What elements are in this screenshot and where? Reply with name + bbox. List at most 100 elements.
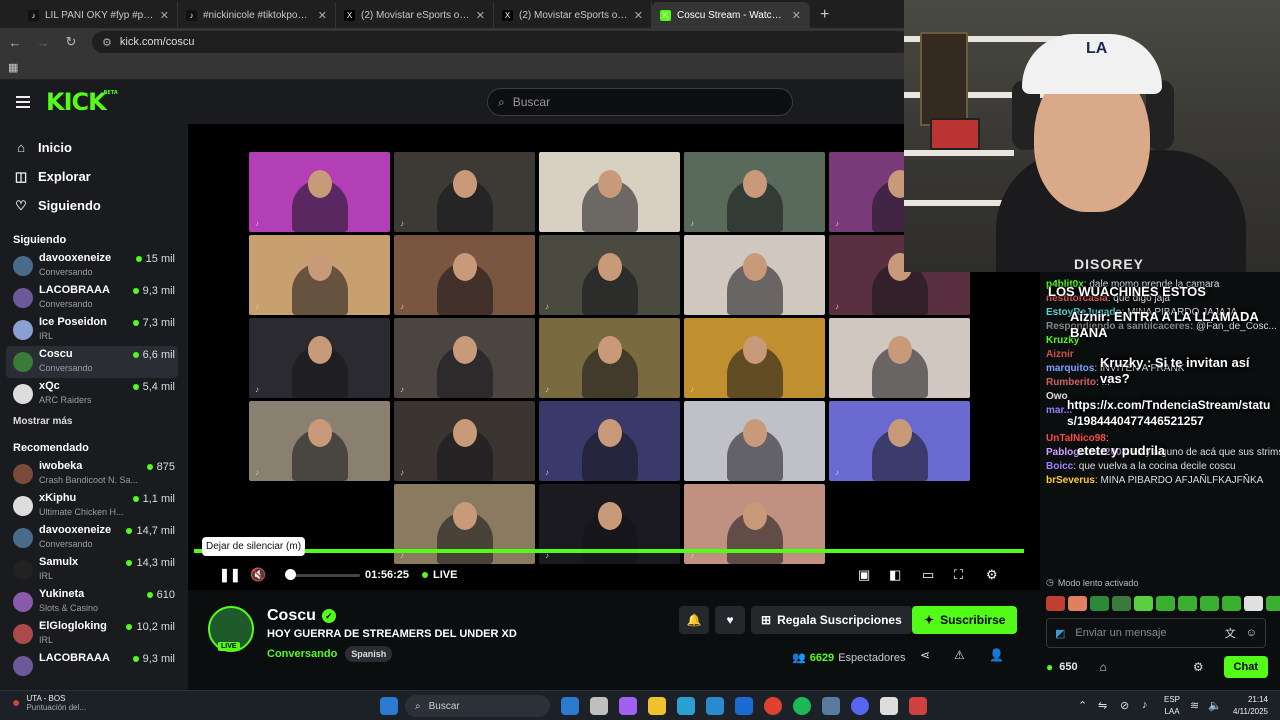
- sidebar-channel[interactable]: LACOBRAAA 9,3 mil: [0, 650, 188, 682]
- close-tab-icon[interactable]: ✕: [160, 9, 169, 22]
- chrome-icon[interactable]: [764, 697, 782, 715]
- kick-emote-icon[interactable]: ◩: [1055, 627, 1065, 640]
- chat-username[interactable]: Rumberito: [1046, 377, 1096, 388]
- taskbar-widget[interactable]: ● UTA - BOS Puntuación del...: [12, 694, 86, 712]
- chat-send-button[interactable]: Chat: [1223, 656, 1268, 678]
- sidebar-channel[interactable]: Yukineta Slots & Casino 610: [0, 586, 188, 618]
- site-info-icon[interactable]: ⚙: [102, 36, 112, 49]
- taskbar-search[interactable]: ⌕ Buscar: [405, 695, 550, 717]
- file-explorer-icon[interactable]: [590, 697, 608, 715]
- outlook-icon[interactable]: [735, 697, 753, 715]
- volume-icon[interactable]: 🔈: [1208, 699, 1222, 712]
- language-tag[interactable]: Spanish: [345, 646, 393, 662]
- emote-icon[interactable]: [1112, 596, 1131, 611]
- fullscreen-icon[interactable]: ⛶: [954, 565, 963, 585]
- emote-icon[interactable]: [1046, 596, 1065, 611]
- address-bar[interactable]: ⚙ kick.com/coscu: [92, 31, 912, 53]
- sidebar-channel[interactable]: davooxeneize Conversando 14,7 mil: [0, 522, 188, 554]
- chat-message[interactable]: brSeverus: MINA PIBARDO AFJAÑLFKAJFÑKA: [1040, 474, 1280, 488]
- chat-username[interactable]: brSeverus: [1046, 475, 1095, 486]
- browser-tab[interactable]: ♪ #nickinicole #tiktokponme ✕: [178, 2, 336, 28]
- microphone-icon[interactable]: ♪: [1142, 699, 1148, 711]
- wifi-off-icon[interactable]: ⊘: [1120, 699, 1129, 712]
- browser-tab[interactable]: X (2) Movistar eSports on X: " ✕: [494, 2, 652, 28]
- video-progress-bar[interactable]: [194, 549, 1024, 553]
- clip-icon[interactable]: ▣: [858, 565, 870, 585]
- new-tab-icon[interactable]: +: [810, 2, 839, 28]
- emoji-icon[interactable]: ☺: [1246, 627, 1257, 639]
- user-add-icon[interactable]: 👤: [989, 648, 1004, 662]
- emote-icon[interactable]: [1222, 596, 1241, 611]
- sidebar-channel[interactable]: Samulx IRL 14,3 mil: [0, 554, 188, 586]
- emote-icon[interactable]: [1134, 596, 1153, 611]
- forward-icon[interactable]: →: [36, 35, 50, 50]
- volume-slider[interactable]: [290, 574, 360, 577]
- gift-subs-button[interactable]: ⊞ Regala Suscripciones: [751, 606, 912, 634]
- edge-icon[interactable]: [677, 697, 695, 715]
- chat-username[interactable]: marquitos: [1046, 363, 1094, 374]
- browser-tab[interactable]: X (2) Movistar eSports on X: " ✕: [336, 2, 494, 28]
- volume-knob[interactable]: [285, 569, 296, 580]
- reload-icon[interactable]: ↻: [64, 34, 78, 50]
- language-indicator[interactable]: ESP LAA: [1164, 694, 1180, 718]
- back-icon[interactable]: ←: [8, 35, 22, 50]
- netflix-icon[interactable]: [909, 697, 927, 715]
- search-input[interactable]: ⌕ Buscar: [487, 88, 793, 116]
- emote-icon[interactable]: [1090, 596, 1109, 611]
- sidebar-nav-inicio[interactable]: ⌂ Inicio: [0, 133, 188, 162]
- discord-icon[interactable]: [851, 697, 869, 715]
- notification-bell-icon[interactable]: 🔔: [679, 606, 709, 634]
- sidebar-nav-explorar[interactable]: ◫ Explorar: [0, 162, 188, 191]
- emote-icon[interactable]: [1244, 596, 1263, 611]
- sidebar-channel[interactable]: Ice Poseidon IRL 7,3 mil: [0, 314, 188, 346]
- chat-message[interactable]: Boicc: que vuelva a la cocina decile cos…: [1040, 460, 1280, 474]
- steam-icon[interactable]: [822, 697, 840, 715]
- obs-icon[interactable]: [880, 697, 898, 715]
- chat-message-input[interactable]: ◩ Enviar un mensaje 文 ☺: [1046, 618, 1266, 648]
- emote-icon[interactable]: [1200, 596, 1219, 611]
- gift-box-icon[interactable]: ⌂: [1100, 660, 1107, 674]
- close-tab-icon[interactable]: ✕: [792, 9, 801, 22]
- chat-settings-icon[interactable]: ⚙: [1193, 660, 1204, 674]
- close-tab-icon[interactable]: ✕: [318, 9, 327, 22]
- sidebar-channel[interactable]: ElGlogloking IRL 10,2 mil: [0, 618, 188, 650]
- report-icon[interactable]: ⚠: [954, 648, 965, 662]
- chat-username[interactable]: Aiznir: [1046, 349, 1074, 360]
- theatre-mode-icon[interactable]: ▭: [922, 565, 934, 585]
- emote-icon[interactable]: [1068, 596, 1087, 611]
- miniplayer-icon[interactable]: ◧: [889, 565, 901, 585]
- pause-button[interactable]: ❚❚: [219, 565, 241, 585]
- sidebar-channel[interactable]: xQc ARC Raiders 5,4 mil: [0, 378, 188, 410]
- channel-points[interactable]: 650: [1059, 661, 1077, 673]
- chat-username[interactable]: Boicc: [1046, 461, 1073, 472]
- browser-tab[interactable]: ♪ LIL PANI OKY #fyp #parati #oky ✕: [20, 2, 178, 28]
- sidebar-channel[interactable]: LACOBRAAA Conversando 9,3 mil: [0, 282, 188, 314]
- sidebar-channel[interactable]: iwobeka Crash Bandicoot N. Sa... 875: [0, 458, 188, 490]
- chevron-up-icon[interactable]: ⌃: [1078, 699, 1087, 712]
- sidebar-channel[interactable]: Coscu Conversando 6,6 mil: [6, 346, 178, 378]
- kick-logo[interactable]: KICK BETA: [46, 88, 118, 116]
- emote-icon[interactable]: [1178, 596, 1197, 611]
- wifi-icon[interactable]: ≋: [1190, 699, 1199, 712]
- store-icon[interactable]: [706, 697, 724, 715]
- widgets-icon[interactable]: [561, 697, 579, 715]
- stream-category[interactable]: Conversando: [267, 648, 337, 660]
- muted-speaker-icon[interactable]: 🔇: [250, 565, 266, 585]
- close-tab-icon[interactable]: ✕: [476, 9, 485, 22]
- network-icon[interactable]: ⇋: [1098, 699, 1107, 712]
- chat-username[interactable]: Owo: [1046, 391, 1068, 402]
- sidebar-channel[interactable]: davooxeneize Conversando 15 mil: [0, 250, 188, 282]
- apps-grid-icon[interactable]: ▦: [8, 61, 18, 74]
- streamer-name[interactable]: Coscu ✓: [267, 607, 336, 625]
- sidebar-channel[interactable]: xKiphu Ultimate Chicken H... 1,1 mil: [0, 490, 188, 522]
- follow-heart-icon[interactable]: ♥: [715, 606, 745, 634]
- sidebar-nav-siguiendo[interactable]: ♡ Siguiendo: [0, 191, 188, 220]
- spotify-icon[interactable]: [793, 697, 811, 715]
- emote-icon[interactable]: [1156, 596, 1175, 611]
- subscribe-button[interactable]: ✦ Suscribirse: [912, 606, 1018, 634]
- emote-icon[interactable]: [1266, 596, 1280, 611]
- windows-start-icon[interactable]: [380, 697, 398, 715]
- folder-icon[interactable]: [648, 697, 666, 715]
- translate-icon[interactable]: 文: [1225, 625, 1236, 641]
- share-icon[interactable]: ⋖: [920, 648, 930, 662]
